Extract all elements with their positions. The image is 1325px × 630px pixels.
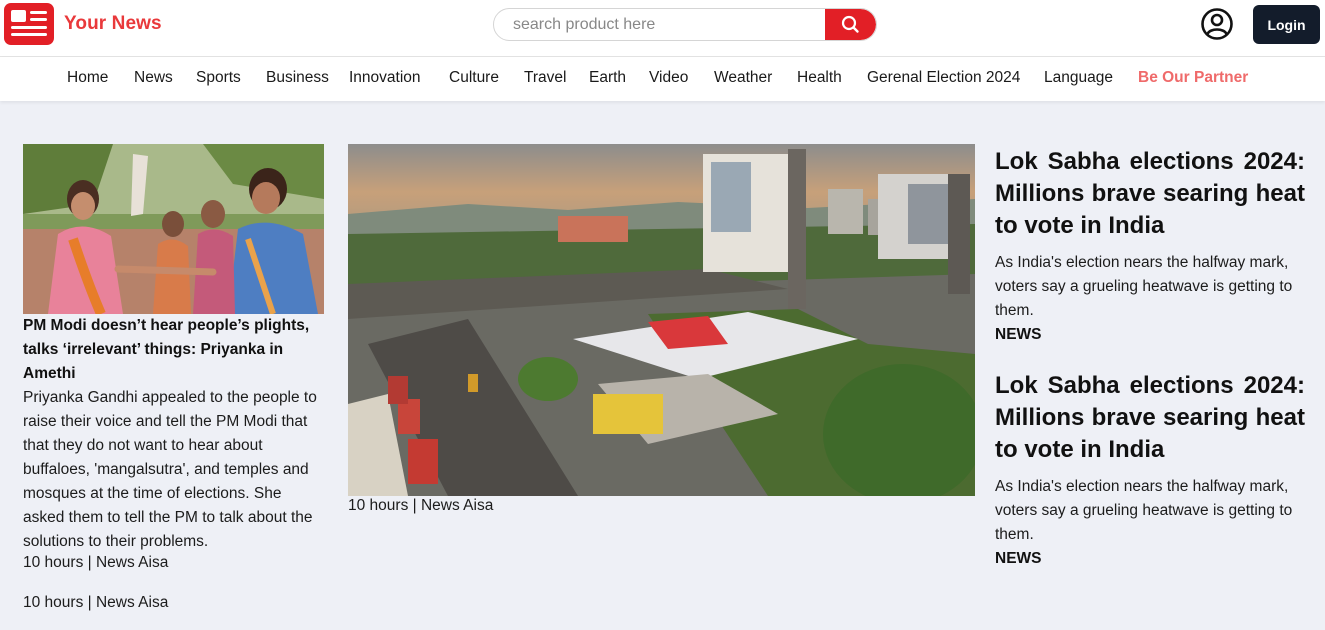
left-story-title[interactable]: PM Modi doesn’t hear people’s plights, t…	[23, 314, 325, 386]
nav-item-health[interactable]: Health	[797, 69, 842, 87]
right-story-tag[interactable]: NEWS	[995, 323, 1305, 347]
nav-item-language[interactable]: Language	[1044, 69, 1113, 87]
nav-item-innovation[interactable]: Innovation	[349, 69, 421, 87]
main-nav: Home News Sports Business Innovation Cul…	[0, 57, 1325, 101]
main-story-image[interactable]	[348, 144, 975, 496]
nav-item-video[interactable]: Video	[649, 69, 688, 87]
right-story-1: Lok Sabha elections 2024: Millions brave…	[995, 146, 1305, 347]
nav-item-travel[interactable]: Travel	[524, 69, 567, 87]
left-story-image[interactable]	[23, 144, 324, 314]
login-button[interactable]: Login	[1253, 5, 1320, 44]
right-story-title[interactable]: Lok Sabha elections 2024: Millions brave…	[995, 370, 1305, 466]
search-icon	[841, 15, 859, 33]
newspaper-logo-icon[interactable]	[4, 3, 54, 45]
nav-item-earth[interactable]: Earth	[589, 69, 626, 87]
nav-item-news[interactable]: News	[134, 69, 173, 87]
user-icon[interactable]	[1200, 7, 1234, 41]
left-story-summary: Priyanka Gandhi appealed to the people t…	[23, 389, 317, 550]
nav-item-business[interactable]: Business	[266, 69, 329, 87]
main-story-meta: 10 hours | News Aisa	[348, 497, 494, 514]
search-button[interactable]	[825, 9, 876, 40]
nav-item-culture[interactable]: Culture	[449, 69, 499, 87]
nav-item-home[interactable]: Home	[67, 69, 108, 87]
right-story-summary: As India's election nears the halfway ma…	[995, 254, 1293, 319]
left-story-meta-secondary: 10 hours | News Aisa	[23, 594, 169, 611]
left-story-meta: 10 hours | News Aisa	[23, 554, 169, 571]
nav-item-weather[interactable]: Weather	[714, 69, 772, 87]
nav-item-election[interactable]: Gerenal Election 2024	[867, 69, 1020, 87]
nav-item-sports[interactable]: Sports	[196, 69, 241, 87]
right-story-summary: As India's election nears the halfway ma…	[995, 478, 1293, 543]
top-bar: Your News Login	[0, 0, 1325, 57]
search-input[interactable]	[494, 9, 826, 40]
right-story-title[interactable]: Lok Sabha elections 2024: Millions brave…	[995, 146, 1305, 242]
brand-name[interactable]: Your News	[64, 13, 162, 35]
search-bar	[493, 8, 877, 41]
nav-item-partner[interactable]: Be Our Partner	[1138, 69, 1248, 87]
right-story-tag[interactable]: NEWS	[995, 547, 1305, 571]
right-story-2: Lok Sabha elections 2024: Millions brave…	[995, 370, 1305, 571]
